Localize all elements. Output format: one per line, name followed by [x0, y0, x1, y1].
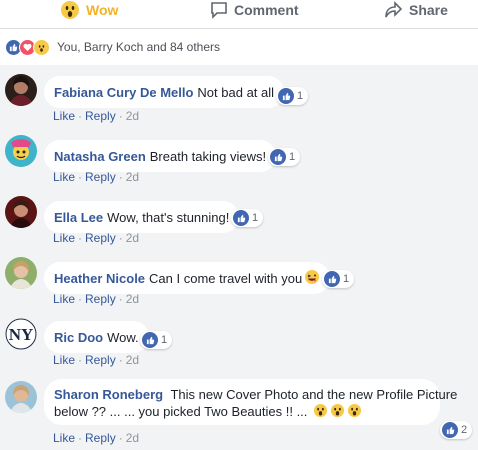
avatar[interactable]	[5, 381, 37, 413]
like-count-badge[interactable]: 1	[231, 209, 264, 227]
separator: ·	[118, 353, 123, 367]
like-link[interactable]: Like	[53, 431, 75, 445]
share-arrow-icon	[385, 1, 403, 19]
like-count: 1	[161, 334, 168, 346]
share-label: Share	[409, 2, 448, 18]
comment-text: Wow.	[107, 329, 139, 345]
avatar[interactable]	[5, 257, 37, 289]
like-reaction-icon	[324, 271, 340, 287]
comment-text: Breath taking views!	[149, 148, 267, 164]
like-link[interactable]: Like	[53, 109, 75, 123]
comment-author[interactable]: Fabiana Cury De Mello	[54, 85, 193, 100]
comment-author[interactable]: Natasha Green	[54, 149, 146, 164]
wow-reaction-icon	[33, 38, 50, 56]
separator: ·	[78, 353, 83, 367]
comment-author[interactable]: Ella Lee	[54, 210, 103, 225]
like-link[interactable]: Like	[53, 170, 75, 184]
comment-text: Wow, that's stunning!	[107, 209, 230, 225]
comment-timestamp[interactable]: 2d	[126, 353, 139, 367]
comment-text-line2: below ?? ... ... you picked Two Beauties…	[54, 403, 308, 419]
comment-timestamp[interactable]: 2d	[126, 292, 139, 306]
comment-bubble: Heather Nicole Can I come travel with yo…	[44, 262, 331, 294]
like-count-badge[interactable]: 2	[440, 421, 473, 439]
avatar[interactable]: NY	[5, 318, 37, 350]
like-count: 1	[252, 212, 259, 224]
like-count-badge[interactable]: 1	[322, 270, 355, 288]
reply-link[interactable]: Reply	[85, 170, 116, 184]
comment-author[interactable]: Heather Nicole	[54, 271, 145, 286]
reaction-icons	[5, 38, 50, 56]
separator: ·	[78, 231, 83, 245]
comment-bubble-icon	[210, 1, 228, 19]
wow-button[interactable]: Wow	[60, 0, 118, 20]
reply-link[interactable]: Reply	[85, 109, 116, 123]
comment-text: Can I come travel with you	[149, 270, 303, 286]
comment-timestamp[interactable]: 2d	[126, 170, 139, 184]
like-count: 1	[343, 273, 350, 285]
like-count: 2	[461, 424, 468, 436]
avatar[interactable]	[5, 196, 37, 228]
like-reaction-icon	[233, 210, 249, 226]
comment-meta: Like · Reply · 2d	[53, 231, 139, 245]
reactions-summary-text: You, Barry Koch and 84 others	[57, 40, 220, 54]
comment-author[interactable]: Sharon Roneberg	[54, 387, 163, 402]
wow-emoji-icon	[347, 403, 362, 422]
comment-timestamp[interactable]: 2d	[126, 431, 139, 445]
like-link[interactable]: Like	[53, 231, 75, 245]
comment-text: Not bad at all	[197, 84, 275, 100]
wow-emoji-icon	[330, 403, 345, 422]
share-button[interactable]: Share	[385, 0, 448, 20]
comment-bubble: Ric Doo Wow.	[44, 321, 149, 353]
separator: ·	[118, 431, 123, 445]
wow-face-icon	[60, 0, 80, 20]
svg-text:NY: NY	[9, 325, 34, 344]
comment-meta: Like · Reply · 2d	[53, 170, 139, 184]
separator: ·	[78, 431, 83, 445]
like-link[interactable]: Like	[53, 292, 75, 306]
separator: ·	[118, 109, 123, 123]
avatar[interactable]	[5, 135, 37, 167]
comment-timestamp[interactable]: 2d	[126, 109, 139, 123]
like-count: 1	[297, 90, 304, 102]
laughing-wink-emoji-icon	[304, 269, 320, 288]
comment-timestamp[interactable]: 2d	[126, 231, 139, 245]
like-reaction-icon	[142, 332, 158, 348]
like-reaction-icon	[278, 88, 294, 104]
separator: ·	[118, 170, 123, 184]
comment-bubble: Ella Lee Wow, that's stunning!	[44, 201, 240, 233]
comment-bubble: Sharon Roneberg This new Cover Photo and…	[44, 379, 457, 425]
comment-author[interactable]: Ric Doo	[54, 330, 103, 345]
like-count: 1	[289, 151, 296, 163]
separator: ·	[118, 231, 123, 245]
comment-bubble: Fabiana Cury De Mello Not bad at all	[44, 76, 285, 108]
wow-emoji-icon	[313, 403, 328, 422]
reply-link[interactable]: Reply	[85, 353, 116, 367]
wow-label: Wow	[86, 2, 119, 18]
comment-meta: Like · Reply · 2d	[53, 431, 139, 445]
separator: ·	[78, 292, 83, 306]
reply-link[interactable]: Reply	[85, 292, 116, 306]
post-action-bar: Wow Comment Share	[0, 0, 478, 28]
comment-meta: Like · Reply · 2d	[53, 292, 139, 306]
reactions-summary[interactable]: You, Barry Koch and 84 others	[0, 28, 478, 65]
comment-meta: Like · Reply · 2d	[53, 109, 139, 123]
like-reaction-icon	[270, 149, 286, 165]
separator: ·	[78, 109, 83, 123]
reply-link[interactable]: Reply	[85, 231, 116, 245]
comment-bubble: Natasha Green Breath taking views!	[44, 140, 277, 172]
separator: ·	[118, 292, 123, 306]
avatar[interactable]	[5, 74, 37, 106]
like-count-badge[interactable]: 1	[276, 87, 309, 105]
comment-text-line1: This new Cover Photo and the new Profile…	[170, 387, 458, 402]
like-count-badge[interactable]: 1	[268, 148, 301, 166]
comment-label: Comment	[234, 2, 299, 18]
like-link[interactable]: Like	[53, 353, 75, 367]
like-count-badge[interactable]: 1	[140, 331, 173, 349]
like-reaction-icon	[442, 422, 458, 438]
separator: ·	[78, 170, 83, 184]
comment-meta: Like · Reply · 2d	[53, 353, 139, 367]
reply-link[interactable]: Reply	[85, 431, 116, 445]
